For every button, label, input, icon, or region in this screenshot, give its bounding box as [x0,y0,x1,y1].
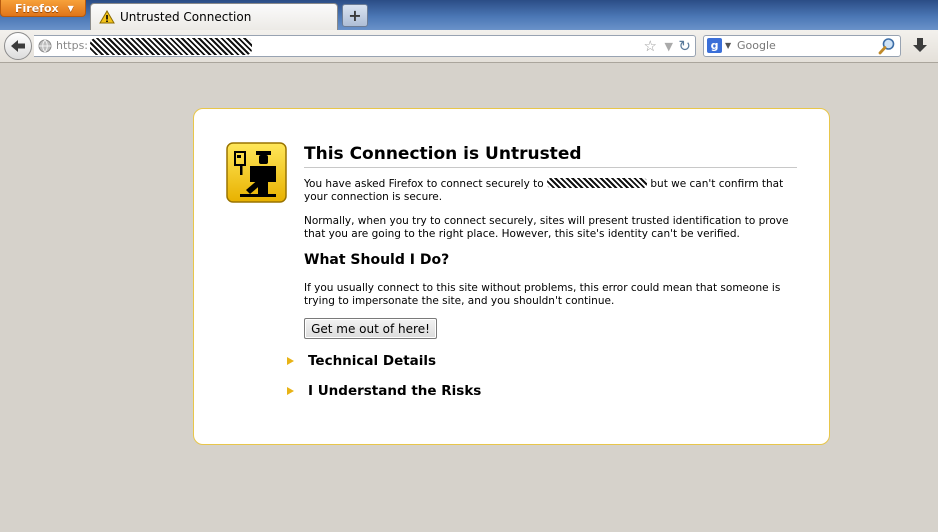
certificate-officer-icon [226,142,287,203]
new-tab-plus-icon: + [348,6,362,25]
back-button[interactable] [4,32,32,60]
tab-title: Untrusted Connection [120,10,252,24]
expand-triangle-icon [287,357,294,365]
redacted-hostname [547,178,648,188]
warning-icon [99,10,115,24]
reload-icon[interactable]: ↻ [678,38,691,55]
intro-prefix: You have asked Firefox to connect secure… [304,178,544,190]
google-icon[interactable]: g [707,38,722,53]
error-box: This Connection is Untrusted You have as… [193,108,830,445]
expand-triangle-icon [287,387,294,395]
understand-risks-label: I Understand the Risks [308,383,482,399]
advice-paragraph: If you usually connect to this site with… [304,282,781,307]
magnifier-icon[interactable] [878,37,896,55]
firefox-menu-button[interactable]: Firefox ▼ [0,0,86,17]
technical-details-expander[interactable]: Technical Details [287,351,436,371]
navigation-toolbar: https: ☆ ▼ ↻ g ▼ Google [0,30,938,63]
url-scheme: https: [56,39,89,52]
page-title: This Connection is Untrusted [304,144,797,168]
downloads-icon[interactable] [912,37,928,54]
intro-paragraph: You have asked Firefox to connect secure… [304,178,794,204]
get-me-out-button[interactable]: Get me out of here! [304,318,437,339]
search-engine-letter: g [710,39,719,52]
history-dropdown-icon[interactable]: ▼ [665,38,673,55]
new-tab-button[interactable]: + [342,4,368,27]
redacted-url-host [90,38,252,55]
page-content: This Connection is Untrusted You have as… [0,63,938,532]
what-should-i-do-heading: What Should I Do? [304,252,450,268]
engine-dropdown-icon[interactable]: ▼ [725,38,731,54]
explanation-paragraph: Normally, when you try to connect secure… [304,215,789,240]
title-bar: Firefox ▼ Untrusted Connection + [0,0,938,30]
technical-details-label: Technical Details [308,353,437,369]
url-bar[interactable]: https: ☆ ▼ ↻ [34,35,696,57]
search-bar[interactable]: g ▼ Google [703,35,901,57]
tab-untrusted-connection[interactable]: Untrusted Connection [90,3,338,30]
search-placeholder: Google [737,39,776,52]
understand-risks-expander[interactable]: I Understand the Risks [287,381,481,401]
menu-caret-icon: ▼ [67,3,74,13]
back-arrow-icon [11,40,25,52]
firefox-menu-label: Firefox [15,1,59,15]
globe-icon [38,39,52,53]
bookmark-star-icon[interactable]: ☆ [644,38,657,54]
